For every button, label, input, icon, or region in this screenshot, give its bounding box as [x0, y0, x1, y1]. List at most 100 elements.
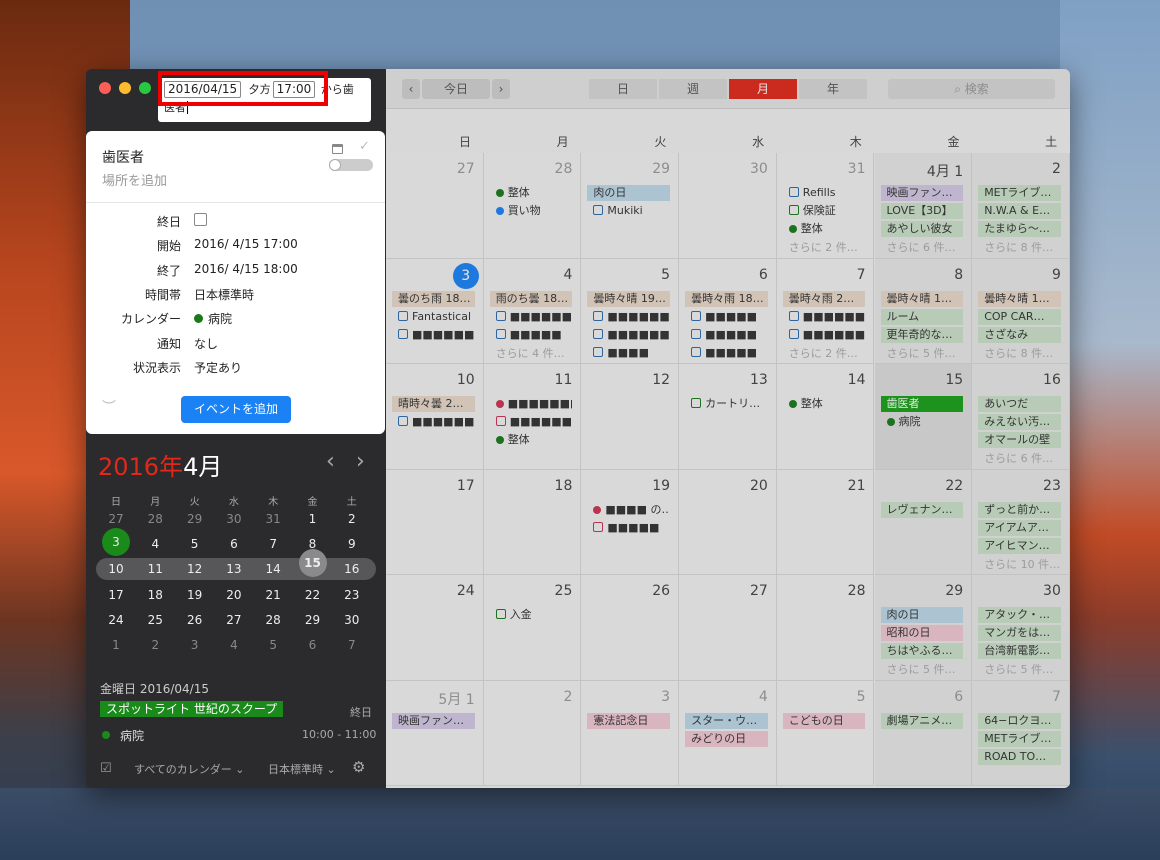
timezone-dropdown[interactable]: 日本標準時 ⌄ [268, 761, 336, 777]
event-item[interactable]: 病院 [881, 414, 964, 430]
event-item[interactable]: 映画ファン… [392, 712, 475, 729]
more-events-link[interactable]: さらに 8 件… [984, 345, 1053, 361]
collapse-chevron-icon[interactable]: ︶ [102, 397, 116, 417]
more-events-link[interactable]: さらに 6 件… [984, 450, 1053, 466]
event-item[interactable]: COP CAR… [978, 308, 1061, 325]
day-cell[interactable]: 28 整体 買い物 [483, 153, 582, 259]
event-item[interactable]: ■■■■■■■ [490, 396, 573, 412]
mini-day[interactable]: 5 [258, 637, 288, 657]
event-item[interactable]: 劇場アニメ… [880, 712, 964, 729]
mini-day[interactable]: 10 [101, 561, 131, 581]
mini-day[interactable]: 30 [219, 511, 249, 531]
event-item[interactable]: アタック・… [978, 607, 1061, 623]
event-item[interactable]: 曇時々晴 1… [978, 290, 1061, 307]
mini-day[interactable]: 16 [337, 561, 367, 581]
event-item[interactable]: 歯医者 [880, 396, 964, 412]
event-item[interactable]: みどりの日 [685, 730, 768, 747]
event-item[interactable]: ちはやふる… [880, 643, 964, 659]
day-cell[interactable]: 15 歯医者 病院 [874, 364, 973, 470]
event-item[interactable]: 晴時々曇 2… [392, 396, 475, 412]
day-cell[interactable]: 25 入金 [483, 575, 582, 681]
day-cell[interactable]: 4 雨のち曇 18… ■■■■■■ ■■■■■ さらに 4 件… [483, 258, 582, 364]
event-item[interactable]: 64−ロクヨ… [978, 712, 1061, 729]
day-cell[interactable]: 9 曇時々晴 1… COP CAR… さざなみ さらに 8 件… [972, 258, 1070, 364]
event-item[interactable]: レヴェナン… [880, 501, 964, 518]
event-title[interactable]: 歯医者 [102, 147, 144, 167]
event-item[interactable]: METライブ… [978, 185, 1061, 201]
event-item[interactable]: ■■■■■ [685, 345, 768, 361]
mini-day[interactable]: 28 [258, 612, 288, 632]
day-cell[interactable]: 4月 1 映画ファン… LOVE【3D】 あやしい彼女 さらに 6 件… [874, 153, 973, 259]
mini-day[interactable]: 11 [140, 561, 170, 581]
event-item[interactable]: ■■■■■ [685, 309, 768, 325]
allday-event[interactable]: スポットライト 世紀のスクープ [100, 701, 284, 717]
event-item[interactable]: 整体 [783, 221, 866, 237]
day-cell[interactable]: 2 METライブ… N.W.A & E… たまゆら～… さらに 8 件… [972, 153, 1070, 259]
event-item[interactable]: Fantastical 2 [392, 309, 475, 325]
minimize-button[interactable] [119, 82, 131, 94]
event-item[interactable]: 曇時々雨 2… [782, 290, 866, 307]
mini-day[interactable]: 29 [298, 612, 328, 632]
event-item[interactable]: ■■■■■■ [490, 414, 573, 430]
more-events-link[interactable]: さらに 10 件… [984, 556, 1060, 572]
event-item[interactable]: 曇のち雨 18… [392, 290, 475, 307]
reminders-checkbox-icon[interactable]: ☑ [100, 761, 112, 776]
next-button[interactable]: › [492, 79, 510, 99]
event-item[interactable]: ■■■■ [587, 345, 670, 361]
day-cell[interactable]: 10 晴時々曇 2… ■■■■■■■ [386, 364, 484, 470]
mini-day[interactable]: 30 [337, 612, 367, 632]
day-cell[interactable]: 31 Refills 保険証 整体 さらに 2 件… [776, 153, 875, 259]
event-item[interactable]: ROAD TO… [978, 748, 1061, 765]
mini-day[interactable]: 28 [140, 511, 170, 531]
mini-day[interactable]: 21 [258, 587, 288, 607]
zoom-button[interactable] [139, 82, 151, 94]
event-item[interactable]: LOVE【3D】 [880, 203, 964, 219]
event-item[interactable]: カートリ… [685, 396, 768, 412]
mini-day[interactable]: 6 [298, 637, 328, 657]
mini-day[interactable]: 26 [180, 612, 210, 632]
event-item[interactable]: Refills [783, 185, 866, 201]
event-item[interactable]: 昭和の日 [880, 625, 964, 641]
mini-day[interactable]: 7 [258, 536, 288, 556]
calendar-icon[interactable] [332, 144, 343, 154]
mini-day[interactable]: 31 [258, 511, 288, 531]
mini-day[interactable]: 23 [337, 587, 367, 607]
event-item[interactable]: 入金 [490, 607, 573, 623]
event-item[interactable]: 曇時々晴 19… [587, 290, 671, 307]
mini-day[interactable]: 9 [337, 536, 367, 556]
mini-day[interactable]: 3 [180, 637, 210, 657]
more-events-link[interactable]: さらに 4 件… [496, 345, 565, 361]
mini-day[interactable]: 6 [219, 536, 249, 556]
day-cell[interactable]: 6 曇時々雨 18… ■■■■■ ■■■■■ ■■■■■ [679, 258, 777, 364]
event-item[interactable]: こどもの日 [782, 712, 866, 729]
event-item[interactable]: ■■■■■ [587, 520, 670, 536]
day-cell[interactable]: 27 [386, 153, 484, 259]
day-cell[interactable]: 30 アタック・… マンガをは… 台湾新電影… さらに 5 件… [972, 575, 1070, 681]
event-item[interactable]: 雨のち曇 18… [489, 290, 573, 307]
event-item[interactable]: ルーム [880, 308, 964, 325]
event-item[interactable]: ■■■■■■ [490, 309, 573, 325]
popover-row-value[interactable]: 病院 [208, 310, 232, 327]
event-item[interactable]: N.W.A & E… [978, 203, 1061, 219]
mini-day[interactable]: 24 [101, 612, 131, 632]
event-item[interactable]: 更年奇的な… [880, 326, 964, 343]
mini-day[interactable]: 5 [180, 536, 210, 556]
mini-day[interactable]: 20 [219, 587, 249, 607]
event-item[interactable]: ■■■■■■ [587, 309, 670, 325]
day-cell[interactable]: 13 カートリ… [679, 364, 777, 470]
day-cell[interactable]: 30 [679, 153, 777, 259]
mini-day[interactable]: 14 [258, 561, 288, 581]
view-tab[interactable]: 年 [799, 79, 867, 99]
mini-day[interactable]: 29 [180, 511, 210, 531]
day-cell[interactable]: 23 ずっと前か… アイアムア… アイヒマン… さらに 10 件… [972, 469, 1070, 575]
sidebar-event[interactable]: 病院 [120, 727, 144, 744]
day-cell[interactable]: 14 整体 [776, 364, 875, 470]
day-cell[interactable]: 11■■■■■■■■■■■■■整体 [483, 364, 582, 470]
mini-day[interactable]: 27 [219, 612, 249, 632]
event-item[interactable]: ■■■■■■■ [392, 414, 475, 430]
mini-day[interactable]: 25 [140, 612, 170, 632]
mini-prev-button[interactable]: ‹ [326, 449, 335, 474]
toggle-switch[interactable] [329, 159, 373, 171]
day-cell[interactable]: 27 [679, 575, 777, 681]
more-events-link[interactable]: さらに 2 件… [789, 345, 858, 361]
